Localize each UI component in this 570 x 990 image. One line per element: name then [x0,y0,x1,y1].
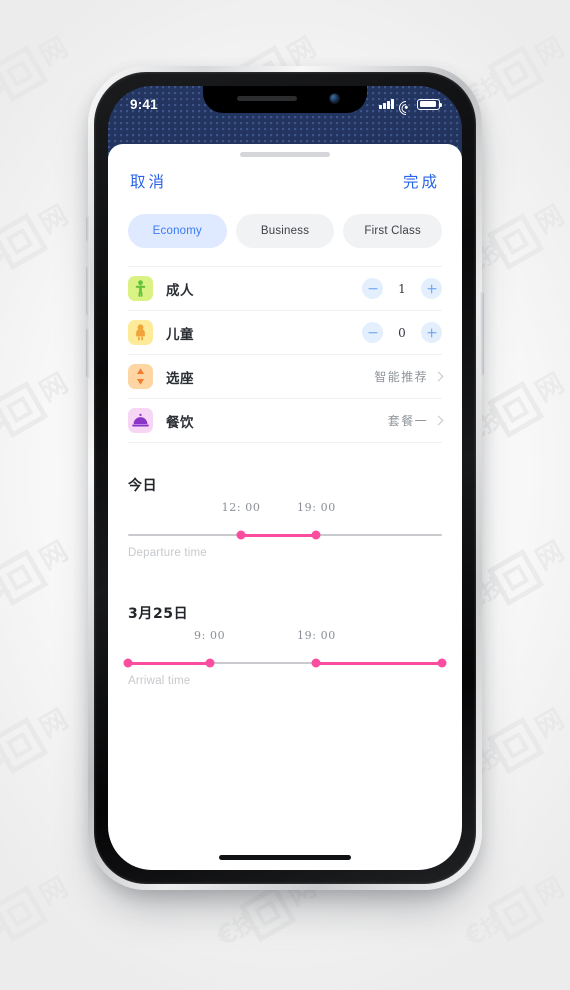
cabin-class-segmented-control: Economy Business First Class [108,192,462,248]
adults-decrement-button[interactable] [362,278,383,299]
departure-time-section: 今日 12: 00 19: 00 Departure time [108,475,462,559]
phone-device-mockup: 9:41 取消 完成 Economy Business First Class … [86,66,484,890]
option-row-meal[interactable]: 餐饮 套餐一 [128,399,444,443]
status-bar: 9:41 [108,86,462,118]
arrival-time-section: 3月25日 9: 00 19: 00 Arriwal time [108,603,462,687]
arrival-slider-fill-1 [128,662,210,665]
sheet-header: 取消 完成 [108,157,462,192]
arrival-slider-knob-2[interactable] [205,658,215,668]
departure-start-label: 12: 00 [221,501,261,514]
arrival-tick-label-1: 9: 00 [194,629,226,642]
arrival-slider-fill-2 [316,662,442,665]
departure-time-caption: Departure time [128,547,207,559]
arrival-time-caption: Arriwal time [128,675,191,687]
seat-selection-icon [128,364,153,389]
child-person-icon [128,320,153,345]
option-label-meal: 餐饮 [166,414,194,431]
meal-dome-icon [128,408,153,433]
departure-slider-knob-start[interactable] [236,530,246,540]
booking-options-sheet: 取消 完成 Economy Business First Class 成人 1 … [108,144,462,870]
option-value-meal: 套餐一 [387,414,428,428]
departure-time-slider[interactable]: 12: 00 19: 00 Departure time [128,501,442,559]
children-count-value: 0 [398,325,406,340]
adult-person-icon [128,276,153,301]
options-list: 成人 1 儿童 0 选座 智能推荐 餐饮 套餐一 [108,266,462,443]
option-label-adults: 成人 [166,282,194,299]
departure-slider-knob-end[interactable] [311,530,321,540]
silent-switch [86,216,90,242]
cancel-button[interactable]: 取消 [130,170,167,192]
option-row-seat-selection[interactable]: 选座 智能推荐 [128,355,444,399]
children-decrement-button[interactable] [362,322,383,343]
cabin-class-option-economy[interactable]: Economy [128,214,227,248]
cabin-class-option-first-class[interactable]: First Class [343,214,443,248]
status-bar-time: 9:41 [130,96,158,112]
adults-stepper: 1 [362,278,442,299]
arrival-tick-label-2: 19: 00 [296,629,336,642]
battery-icon [417,98,443,110]
done-button[interactable]: 完成 [403,170,440,192]
option-row-children[interactable]: 儿童 0 [128,311,442,355]
departure-date-title: 今日 [128,478,158,494]
arrival-slider-knob-1[interactable] [123,658,133,668]
cellular-bars-icon [379,99,394,109]
status-bar-icons [379,98,443,118]
option-row-adults[interactable]: 成人 1 [128,266,442,311]
arrival-slider-knob-3[interactable] [311,658,321,668]
option-label-children: 儿童 [166,326,194,343]
chevron-right-icon [433,371,444,382]
phone-screen: 9:41 取消 完成 Economy Business First Class … [108,86,462,870]
adults-increment-button[interactable] [421,278,442,299]
departure-slider-fill [241,534,317,537]
power-button [480,292,484,376]
home-indicator[interactable] [219,855,351,860]
arrival-slider-knob-4[interactable] [437,658,447,668]
volume-up-button [86,266,90,316]
wifi-icon [395,98,416,118]
option-value-seat-selection: 智能推荐 [374,370,428,384]
option-label-seat-selection: 选座 [166,370,194,387]
arrival-date-title: 3月25日 [128,606,189,622]
children-stepper: 0 [362,322,442,343]
arrival-time-slider[interactable]: 9: 00 19: 00 Arriwal time [123,629,447,687]
cabin-class-option-business[interactable]: Business [235,214,335,248]
chevron-right-icon [433,415,444,426]
adults-count-value: 1 [398,281,406,296]
departure-end-label: 19: 00 [296,501,336,514]
children-increment-button[interactable] [421,322,442,343]
volume-down-button [86,328,90,378]
phone-bezel: 9:41 取消 完成 Economy Business First Class … [94,72,476,884]
